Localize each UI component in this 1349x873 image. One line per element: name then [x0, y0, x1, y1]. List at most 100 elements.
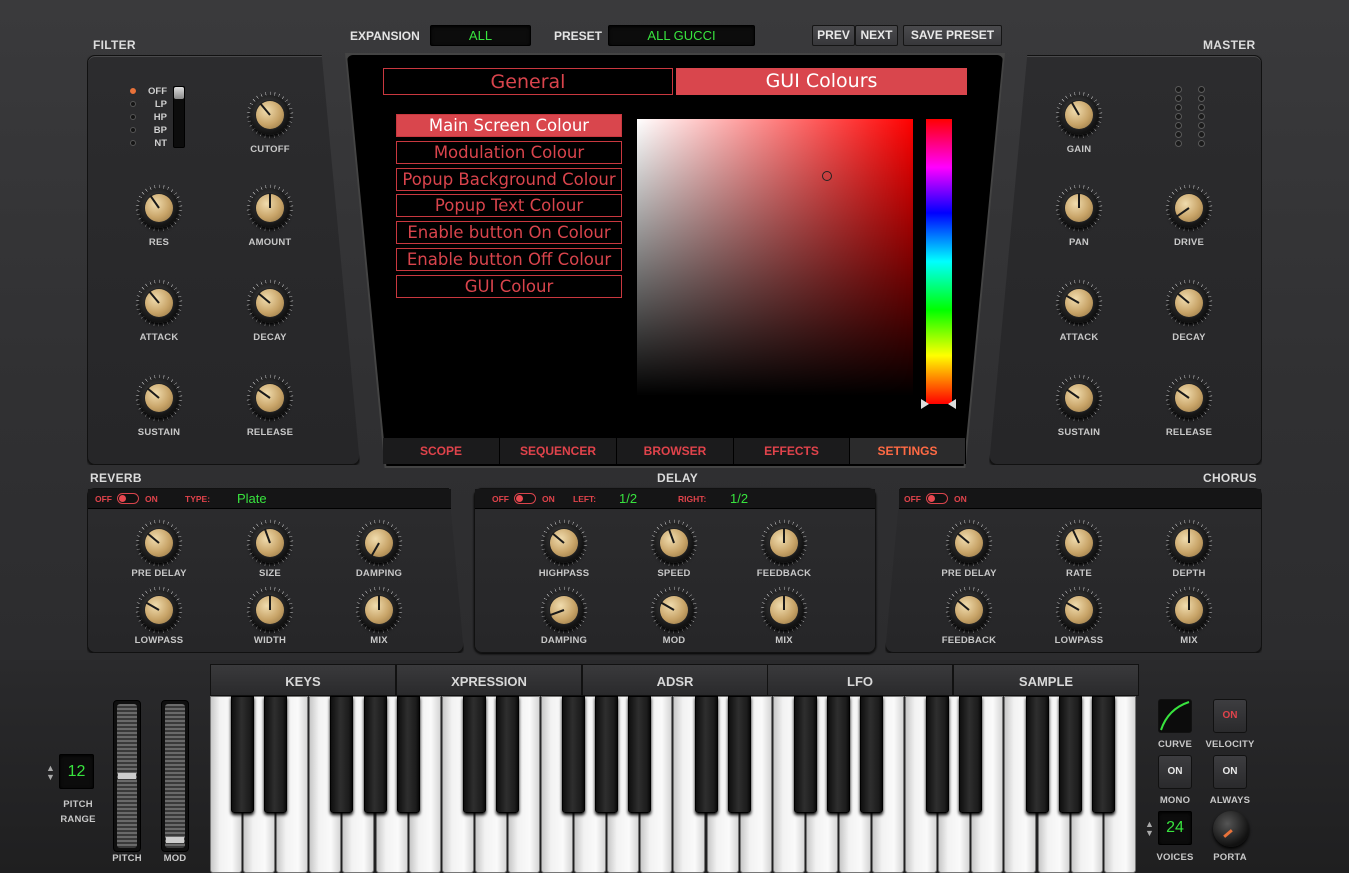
black-key[interactable] — [959, 696, 983, 813]
velocity-button[interactable]: ON — [1213, 699, 1247, 733]
tab-general[interactable]: General — [383, 68, 673, 95]
black-key[interactable] — [1025, 696, 1049, 813]
delay-feedback-pointer — [783, 528, 785, 543]
black-key[interactable] — [231, 696, 255, 813]
tab-scope[interactable]: SCOPE — [383, 438, 500, 464]
tab-browser[interactable]: BROWSER — [617, 438, 734, 464]
tab-xpression[interactable]: XPRESSION — [396, 664, 582, 696]
filter-mode-off[interactable]: OFF — [145, 86, 167, 97]
velocity-curve-display[interactable] — [1158, 699, 1192, 733]
master-release-cap — [1175, 384, 1203, 412]
black-key[interactable] — [462, 696, 486, 813]
hue-slider[interactable] — [926, 119, 952, 404]
pitch-range-value[interactable]: 12 — [59, 754, 94, 789]
tab-sample[interactable]: SAMPLE — [953, 664, 1139, 696]
always-button[interactable]: ON — [1213, 755, 1247, 789]
voices-value[interactable]: 24 — [1158, 811, 1192, 845]
black-key[interactable] — [694, 696, 718, 813]
voices-stepper-icon[interactable]: ▲ ▼ — [1145, 820, 1154, 838]
master-sustain-cap — [1065, 384, 1093, 412]
meter-led — [1198, 95, 1205, 102]
mono-button[interactable]: ON — [1158, 755, 1192, 789]
chorus-depth-pointer — [1188, 528, 1190, 543]
colour-item-popup-text-colour[interactable]: Popup Text Colour — [396, 194, 622, 218]
black-key[interactable] — [562, 696, 586, 813]
always-label: ALWAYS — [1209, 795, 1251, 806]
filter-mode-slider[interactable] — [173, 86, 185, 148]
hue-marker-left-icon[interactable] — [921, 399, 929, 409]
tab-lfo[interactable]: LFO — [767, 664, 953, 696]
master-sustain-label: SUSTAIN — [1057, 427, 1101, 438]
filter-decay-label: DECAY — [253, 332, 287, 343]
hue-marker-right-icon[interactable] — [948, 399, 956, 409]
black-key[interactable] — [793, 696, 817, 813]
chorus-toggle[interactable] — [926, 493, 948, 504]
colour-item-popup-background-colour[interactable]: Popup Background Colour — [396, 167, 622, 191]
filter-mode-bp[interactable]: BP — [145, 125, 167, 136]
delay-toggle[interactable] — [514, 493, 536, 504]
black-key[interactable] — [595, 696, 619, 813]
black-key[interactable] — [826, 696, 850, 813]
black-key[interactable] — [363, 696, 387, 813]
master-title: MASTER — [1203, 38, 1256, 52]
chorus-lowpass-cap — [1065, 596, 1093, 624]
next-button[interactable]: NEXT — [855, 25, 898, 46]
black-key[interactable] — [1058, 696, 1082, 813]
filter-attack-label: ATTACK — [139, 332, 179, 343]
colour-item-gui-colour[interactable]: GUI Colour — [396, 274, 622, 298]
filter-mode-lp[interactable]: LP — [145, 99, 167, 110]
mod-wheel[interactable] — [161, 700, 189, 852]
master-pan-pointer — [1078, 193, 1080, 208]
reverb-toggle[interactable] — [117, 493, 139, 504]
filter-res-cap — [145, 194, 173, 222]
filter-amount-label: AMOUNT — [248, 237, 292, 248]
black-key[interactable] — [727, 696, 751, 813]
delay-left-label: LEFT: — [573, 494, 597, 504]
expansion-select[interactable]: ALL — [430, 25, 531, 46]
porta-knob[interactable] — [1213, 811, 1249, 847]
filter-amount-pointer — [269, 193, 271, 208]
black-key[interactable] — [396, 696, 420, 813]
filter-mode-hp[interactable]: HP — [145, 112, 167, 123]
tab-sequencer[interactable]: SEQUENCER — [500, 438, 617, 464]
black-key[interactable] — [330, 696, 354, 813]
chorus-rate-label: RATE — [1066, 568, 1092, 579]
black-key[interactable] — [860, 696, 883, 813]
tab-settings[interactable]: SETTINGS — [850, 438, 966, 464]
black-key[interactable] — [628, 696, 652, 813]
delay-left-value[interactable]: 1/2 — [619, 491, 637, 506]
tab-adsr[interactable]: ADSR — [582, 664, 768, 696]
tab-effects[interactable]: EFFECTS — [734, 438, 850, 464]
colour-picker-cursor[interactable] — [822, 171, 832, 181]
delay-on-label: ON — [542, 494, 555, 504]
chorus-lowpass-label: LOWPASS — [1054, 635, 1104, 646]
preset-select[interactable]: ALL GUCCI — [608, 25, 755, 46]
colour-item-enable-button-on-colour[interactable]: Enable button On Colour — [396, 221, 622, 245]
save-preset-button[interactable]: SAVE PRESET — [903, 25, 1002, 46]
chorus-mix-label: MIX — [1180, 635, 1198, 646]
chorus-mix-pointer — [1188, 595, 1190, 610]
reverb-header-bar — [88, 489, 451, 509]
colour-picker-square[interactable] — [637, 119, 913, 396]
black-key[interactable] — [1091, 696, 1115, 813]
delay-off-label: OFF — [492, 494, 509, 504]
tab-gui-colours[interactable]: GUI Colours — [676, 68, 967, 95]
reverb-lowpass-label: LOWPASS — [134, 635, 184, 646]
pitch-range-stepper-icon[interactable]: ▲ ▼ — [46, 764, 55, 782]
colour-item-enable-button-off-colour[interactable]: Enable button Off Colour — [396, 248, 622, 271]
reverb-pre-delay-label: PRE DELAY — [131, 568, 187, 579]
filter-res-label: RES — [148, 237, 170, 248]
reverb-mix-pointer — [378, 595, 380, 610]
prev-button[interactable]: PREV — [812, 25, 855, 46]
tab-keys[interactable]: KEYS — [210, 664, 396, 696]
reverb-type-select[interactable]: Plate — [237, 491, 267, 506]
pitch-wheel[interactable] — [113, 700, 141, 852]
delay-right-value[interactable]: 1/2 — [730, 491, 748, 506]
filter-mode-nt-led — [130, 140, 136, 146]
black-key[interactable] — [264, 696, 288, 813]
colour-item-modulation-colour[interactable]: Modulation Colour — [396, 140, 622, 164]
black-key[interactable] — [926, 696, 950, 813]
black-key[interactable] — [495, 696, 519, 813]
colour-item-main-screen-colour[interactable]: Main Screen Colour — [396, 114, 622, 137]
filter-mode-nt[interactable]: NT — [145, 138, 167, 149]
